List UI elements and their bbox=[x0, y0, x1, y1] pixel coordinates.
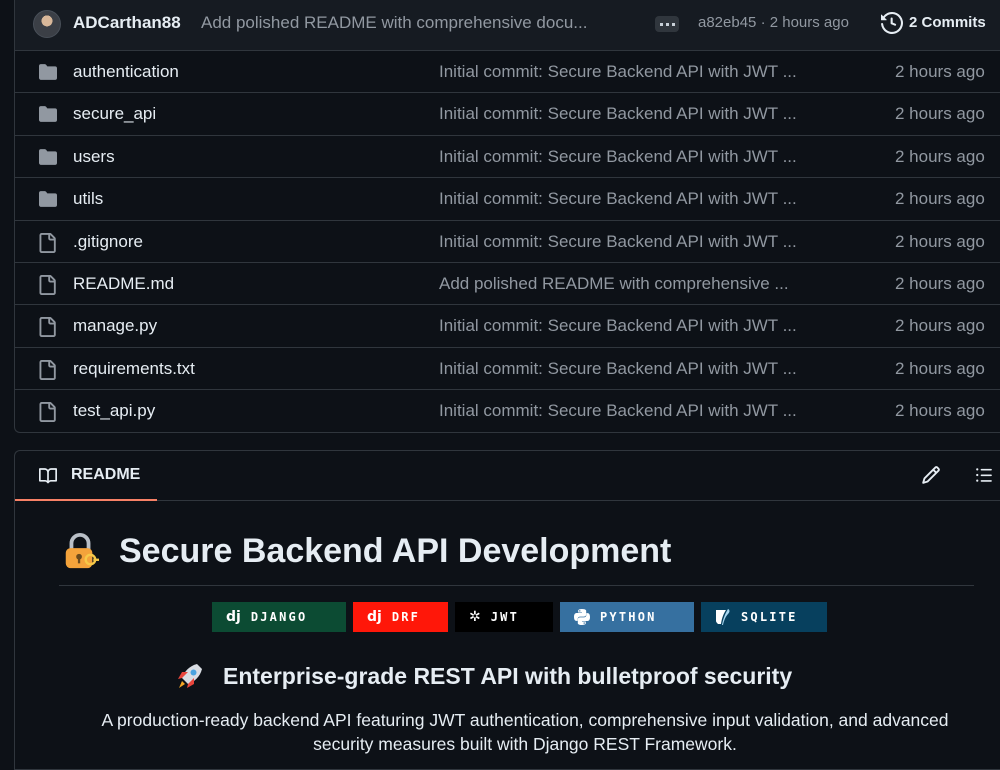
file-commit-message-link[interactable]: Initial commit: Secure Backend API with … bbox=[439, 401, 797, 421]
file-commit-message-link[interactable]: Initial commit: Secure Backend API with … bbox=[439, 232, 797, 252]
file-commit-time: 2 hours ago bbox=[895, 62, 985, 81]
readme-tab-label: README bbox=[71, 466, 141, 483]
file-row[interactable]: requirements.txt Initial commit: Secure B… bbox=[15, 348, 1000, 391]
file-row[interactable]: test_api.py Initial commit: Secure Backen… bbox=[15, 390, 1000, 432]
file-row[interactable]: authentication Initial commit: Secure Bac… bbox=[15, 51, 1000, 94]
file-row[interactable]: manage.py Initial commit: Secure Backend … bbox=[15, 305, 1000, 348]
file-commit-message-link[interactable]: Initial commit: Secure Backend API with … bbox=[439, 104, 797, 124]
commit-message-link[interactable]: Add polished README with comprehensive d… bbox=[201, 13, 631, 33]
file-commit-message-link[interactable]: Initial commit: Secure Backend API with … bbox=[439, 62, 797, 82]
file-commit-time: 2 hours ago bbox=[895, 189, 985, 209]
lock-with-key-icon bbox=[65, 532, 99, 569]
commit-author-link[interactable]: ADCarthan88 bbox=[73, 13, 181, 33]
file-commit-message-link[interactable]: Initial commit: Secure Backend API with … bbox=[439, 189, 797, 209]
badge-python[interactable]: PYTHON bbox=[560, 602, 694, 632]
readme-header: README bbox=[15, 451, 1000, 501]
file-row[interactable]: users Initial commit: Secure Backend API … bbox=[15, 136, 1000, 179]
folder-icon bbox=[37, 105, 59, 128]
file-commit-time: 2 hours ago bbox=[895, 146, 985, 166]
commit-hash-time[interactable]: a82eb45 · 2 hours ago bbox=[698, 14, 849, 31]
badge-label: JWT bbox=[490, 610, 520, 624]
folder-icon bbox=[37, 190, 59, 213]
sqlite-logo-icon bbox=[716, 609, 730, 625]
file-commit-time: 2 hours ago bbox=[895, 401, 985, 421]
file-commit-message-link[interactable]: Initial commit: Secure Backend API with … bbox=[439, 316, 797, 336]
file-icon bbox=[37, 274, 57, 300]
readme-panel: README Secure Backend API Development dj… bbox=[14, 450, 1000, 770]
table-of-contents-icon[interactable] bbox=[973, 466, 995, 484]
badge-django[interactable]: dj DJANGO bbox=[212, 602, 346, 632]
file-name-link[interactable]: secure_api bbox=[73, 104, 156, 124]
badge-label: SQLITE bbox=[741, 610, 798, 624]
jwt-logo: ✲ bbox=[469, 609, 481, 625]
latest-commit-bar: ADCarthan88 Add polished README with com… bbox=[15, 0, 1000, 51]
badge-label: PYTHON bbox=[600, 610, 657, 624]
readme-title-text: Secure Backend API Development bbox=[119, 531, 672, 570]
title-divider bbox=[59, 585, 974, 586]
file-row[interactable]: secure_api Initial commit: Secure Backend… bbox=[15, 93, 1000, 136]
badge-drf[interactable]: dj DRF bbox=[353, 602, 448, 632]
file-commit-message-link[interactable]: Initial commit: Secure Backend API with … bbox=[439, 359, 797, 379]
tab-readme[interactable]: README bbox=[15, 451, 157, 501]
badge-jwt[interactable]: ✲ JWT bbox=[455, 602, 553, 632]
commits-count-link[interactable]: 2 Commits bbox=[909, 14, 986, 31]
file-commit-time: 2 hours ago bbox=[895, 316, 985, 336]
badge-row: dj DJANGO dj DRF ✲ JWT PYTHON SQLITE bbox=[212, 602, 827, 632]
file-row[interactable]: .gitignore Initial commit: Secure Backend… bbox=[15, 221, 1000, 263]
file-icon bbox=[37, 359, 57, 385]
history-icon bbox=[881, 12, 903, 34]
file-name-link[interactable]: test_api.py bbox=[73, 401, 155, 421]
badge-label: DRF bbox=[391, 610, 421, 624]
file-commit-message-link[interactable]: Initial commit: Secure Backend API with … bbox=[439, 147, 797, 167]
book-icon bbox=[39, 468, 58, 484]
badge-label: DJANGO bbox=[250, 610, 308, 624]
file-name-link[interactable]: .gitignore bbox=[73, 232, 143, 252]
file-name-link[interactable]: authentication bbox=[73, 62, 179, 82]
django-logo: dj bbox=[226, 609, 241, 625]
readme-subtitle: Enterprise-grade REST API with bulletpro… bbox=[175, 661, 792, 691]
rocket-icon bbox=[178, 664, 202, 688]
file-row[interactable]: utils Initial commit: Secure Backend API … bbox=[15, 178, 1000, 221]
pencil-icon[interactable] bbox=[921, 465, 941, 485]
file-name-link[interactable]: requirements.txt bbox=[73, 359, 195, 379]
avatar[interactable] bbox=[33, 10, 61, 38]
readme-description: A production-ready backend API featuring… bbox=[101, 710, 949, 754]
file-commit-time: 2 hours ago bbox=[895, 273, 985, 293]
file-row[interactable]: README.md Add polished README with compre… bbox=[15, 263, 1000, 306]
file-name-link[interactable]: manage.py bbox=[73, 316, 157, 336]
drf-logo: dj bbox=[367, 609, 382, 625]
expand-commit-button[interactable] bbox=[655, 16, 679, 32]
file-commit-message-link[interactable]: Add polished README with comprehensive .… bbox=[439, 274, 789, 294]
readme-subtitle-text: Enterprise-grade REST API with bulletpro… bbox=[223, 662, 793, 689]
folder-icon bbox=[37, 148, 59, 171]
python-logo-icon bbox=[574, 609, 590, 625]
readme-title: Secure Backend API Development bbox=[61, 531, 671, 571]
file-icon bbox=[37, 232, 57, 258]
badge-sqlite[interactable]: SQLITE bbox=[701, 602, 827, 632]
file-icon bbox=[37, 402, 57, 427]
file-commit-time: 2 hours ago bbox=[895, 231, 985, 251]
folder-icon bbox=[37, 63, 59, 86]
file-name-link[interactable]: utils bbox=[73, 189, 103, 209]
file-list-panel: ADCarthan88 Add polished README with com… bbox=[14, 0, 1000, 433]
file-name-link[interactable]: users bbox=[73, 147, 115, 167]
file-icon bbox=[37, 317, 57, 342]
file-commit-time: 2 hours ago bbox=[895, 358, 985, 378]
file-commit-time: 2 hours ago bbox=[895, 104, 985, 124]
file-name-link[interactable]: README.md bbox=[73, 274, 174, 294]
